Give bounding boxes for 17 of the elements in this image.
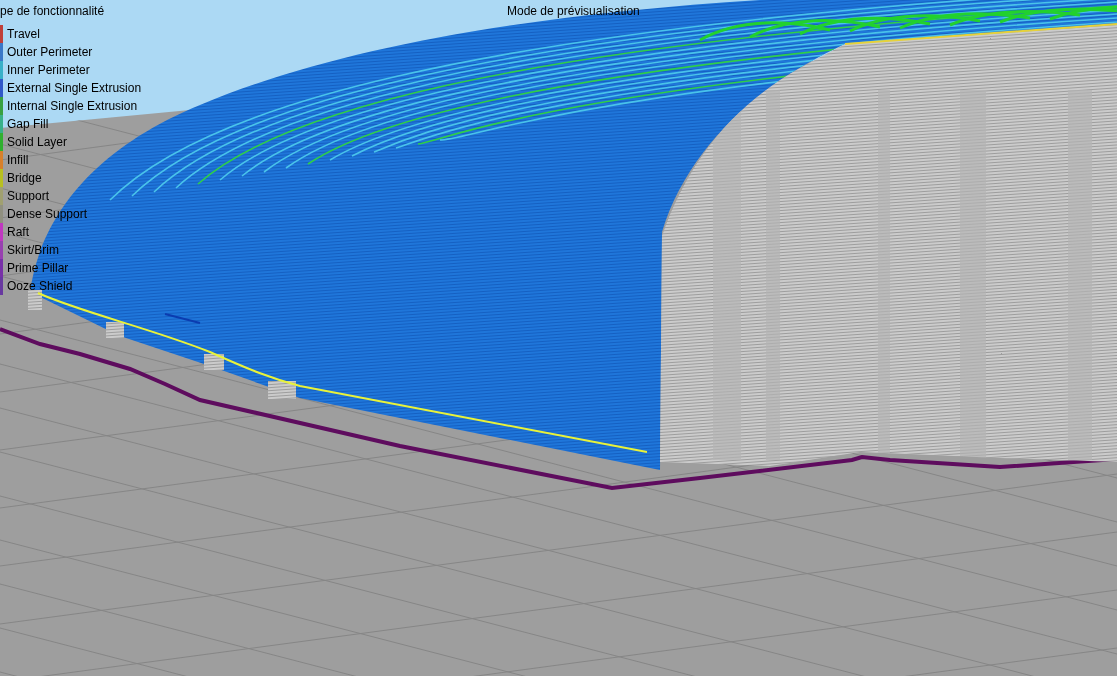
legend-label: Support	[7, 188, 50, 204]
legend-label: Travel	[7, 26, 40, 42]
legend-label: Infill	[7, 152, 29, 168]
legend-label: Outer Perimeter	[7, 44, 93, 60]
support-tile	[268, 381, 296, 399]
legend-label: Solid Layer	[7, 134, 68, 150]
legend-label: Gap Fill	[7, 116, 49, 132]
legend-label: External Single Extrusion	[7, 80, 142, 96]
legend-label: Bridge	[7, 170, 42, 186]
support-tile	[204, 354, 224, 370]
legend-title: pe de fonctionnalité	[0, 3, 106, 19]
support-tile	[106, 322, 124, 338]
view-mode-title: Mode de prévisualisation	[507, 3, 640, 19]
legend-label: Internal Single Extrusion	[7, 98, 138, 114]
support-tile	[28, 290, 42, 310]
legend-label: Inner Perimeter	[7, 62, 90, 78]
legend-label: Raft	[7, 224, 29, 240]
